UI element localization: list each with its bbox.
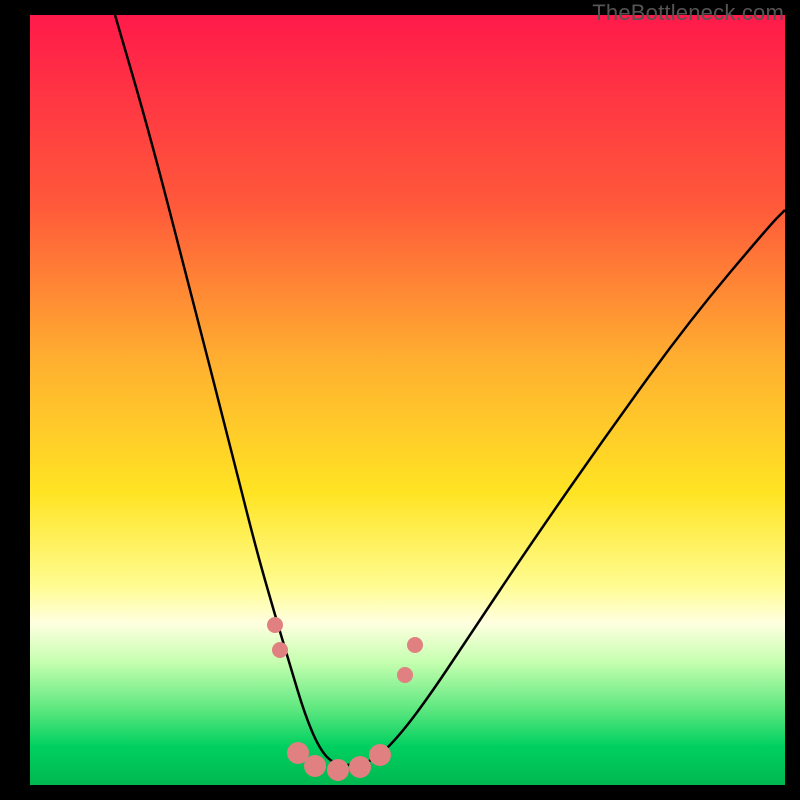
watermark-text: TheBottleneck.com xyxy=(592,0,784,26)
highlight-dot xyxy=(267,617,283,633)
highlight-dot xyxy=(397,667,413,683)
curve-svg xyxy=(30,15,785,785)
highlight-dot xyxy=(327,759,349,781)
highlight-dot xyxy=(304,755,326,777)
highlight-dot xyxy=(369,744,391,766)
highlight-dot xyxy=(272,642,288,658)
gradient-plot-area xyxy=(30,15,785,785)
bottleneck-curve xyxy=(115,15,785,765)
highlight-dots-group xyxy=(267,617,423,781)
highlight-dot xyxy=(407,637,423,653)
highlight-dot xyxy=(349,756,371,778)
